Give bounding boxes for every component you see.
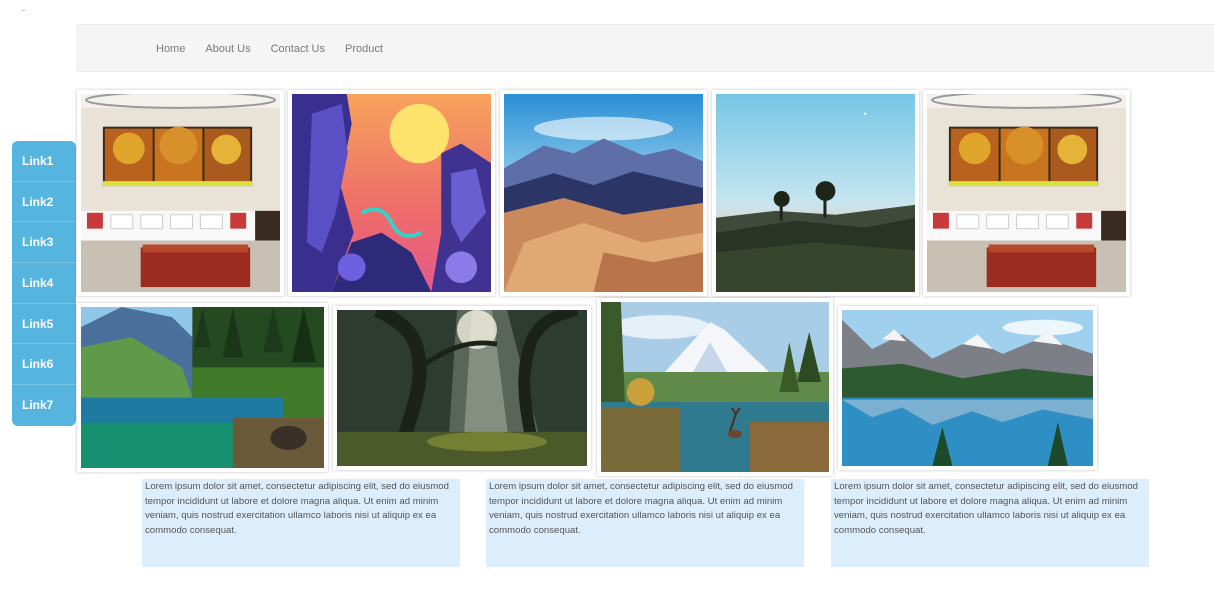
sidebar-link-5[interactable]: Link5 xyxy=(12,304,76,345)
forest-light-rays-image xyxy=(337,310,587,466)
nav-link-contact-us[interactable]: Contact Us xyxy=(271,43,325,55)
nav-link-product[interactable]: Product xyxy=(345,43,383,55)
gallery-image-living-room-1[interactable] xyxy=(77,90,284,296)
sidebar-link-1[interactable]: Link1 xyxy=(12,141,76,182)
sidebar-link-2[interactable]: Link2 xyxy=(12,182,76,223)
mountain-lake-forest-image xyxy=(81,307,324,468)
twilight-hills-image xyxy=(716,94,915,292)
living-room-image xyxy=(927,94,1126,292)
caption-text-1: Lorem ipsum dolor sit amet, consectetur … xyxy=(142,479,460,567)
sidebar-link-4[interactable]: Link4 xyxy=(12,263,76,304)
mountain-painting-deer-image xyxy=(601,302,829,472)
sidebar-link-7[interactable]: Link7 xyxy=(12,385,76,426)
desert-mountains-image xyxy=(504,94,703,292)
gallery-image-forest-light-rays[interactable] xyxy=(333,306,591,470)
gallery-image-mountain-painting-deer[interactable] xyxy=(597,298,833,476)
gallery-image-fantasy-cliffs[interactable] xyxy=(288,90,495,296)
fantasy-cliffs-image xyxy=(292,94,491,292)
gallery-image-living-room-2[interactable] xyxy=(923,90,1130,296)
caption-text-2: Lorem ipsum dolor sit amet, consectetur … xyxy=(486,479,804,567)
living-room-image xyxy=(81,94,280,292)
gallery-image-desert-mountains[interactable] xyxy=(500,90,707,296)
sidebar: Link1 Link2 Link3 Link4 Link5 Link6 Link… xyxy=(12,141,76,426)
gallery-image-twilight-hills[interactable] xyxy=(712,90,919,296)
caption-text-3: Lorem ipsum dolor sit amet, consectetur … xyxy=(831,479,1149,567)
gallery-image-mountain-lake-forest[interactable] xyxy=(77,303,328,472)
sidebar-link-6[interactable]: Link6 xyxy=(12,344,76,386)
page: Home About Us Contact Us Product Link1 L… xyxy=(0,0,1214,606)
mountain-lake-reflection-image xyxy=(842,310,1093,466)
gallery-image-mountain-lake-reflection[interactable] xyxy=(838,306,1097,470)
stray-mark xyxy=(22,10,25,11)
sidebar-link-3[interactable]: Link3 xyxy=(12,222,76,264)
nav-link-about-us[interactable]: About Us xyxy=(205,43,250,55)
nav-link-home[interactable]: Home xyxy=(156,43,185,55)
nav-list: Home About Us Contact Us Product xyxy=(156,25,403,71)
top-navbar: Home About Us Contact Us Product xyxy=(76,24,1214,72)
